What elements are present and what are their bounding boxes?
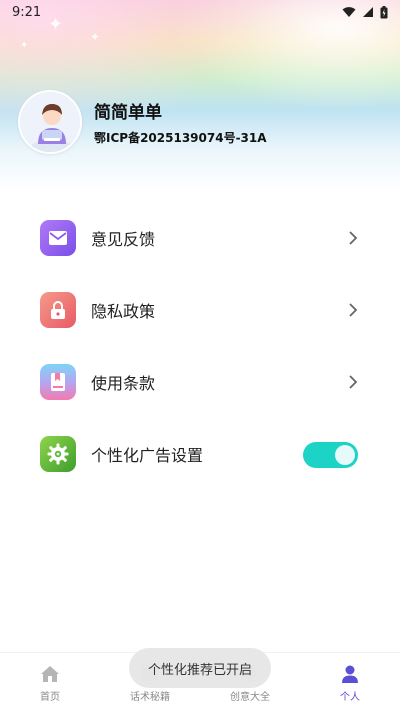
tab-home[interactable]: 首页 [10, 663, 90, 703]
lock-icon [40, 292, 76, 328]
sparkle-icon: ✦ [90, 30, 101, 44]
profile-name: 简简单单 [94, 103, 162, 123]
menu-item-feedback[interactable]: 意见反馈 [0, 202, 400, 274]
icp-number: 鄂ICP备2025139074号-31A [94, 131, 267, 145]
tab-label-scripts: 话术秘籍 [130, 691, 170, 703]
menu-label-terms: 使用条款 [91, 374, 156, 393]
menu-label-personalized-ads: 个性化广告设置 [91, 446, 204, 465]
status-icons [342, 5, 388, 19]
tab-label-profile: 个人 [340, 691, 360, 703]
avatar-illustration [20, 92, 80, 152]
chevron-right-icon [349, 375, 358, 389]
chevron-right-icon [349, 303, 358, 317]
mail-icon [40, 220, 76, 256]
signal-icon [363, 7, 373, 17]
settings-menu: 意见反馈 隐私政策 使用条款 个性化广告设置 [0, 202, 400, 490]
profile-header: 简简单单 鄂ICP备2025139074号-31A [18, 90, 267, 154]
chevron-right-icon [349, 231, 358, 245]
battery-charging-icon [380, 5, 388, 18]
tab-label-home: 首页 [40, 691, 60, 703]
book-icon [40, 364, 76, 400]
toggle-knob [335, 445, 355, 465]
toast-message: 个性化推荐已开启 [129, 648, 271, 688]
sparkle-icon: ✦ [20, 40, 29, 51]
menu-label-privacy: 隐私政策 [91, 302, 156, 321]
status-bar: 9:21 [0, 0, 400, 24]
tab-profile[interactable]: 个人 [310, 663, 390, 703]
menu-item-privacy[interactable]: 隐私政策 [0, 274, 400, 346]
personalized-ads-toggle[interactable] [303, 442, 358, 468]
status-time: 9:21 [12, 4, 42, 20]
gear-icon [40, 436, 76, 472]
avatar[interactable] [18, 90, 82, 154]
home-icon [40, 663, 60, 685]
menu-item-personalized-ads: 个性化广告设置 [0, 418, 400, 490]
menu-item-terms[interactable]: 使用条款 [0, 346, 400, 418]
tab-label-ideas: 创意大全 [230, 691, 270, 703]
wifi-icon [342, 7, 356, 17]
person-icon [340, 663, 360, 685]
menu-label-feedback: 意见反馈 [91, 230, 156, 249]
